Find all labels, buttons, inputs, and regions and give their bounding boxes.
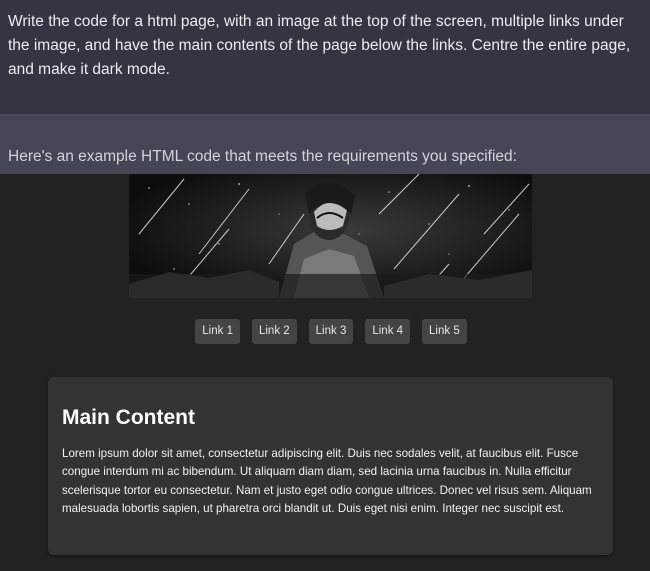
main-content-body: Lorem ipsum dolor sit amet, consectetur … xyxy=(62,447,592,515)
main-content-card: Main Content Lorem ipsum dolor sit amet,… xyxy=(48,377,613,555)
nav-link-4[interactable]: Link 4 xyxy=(365,319,411,344)
nav-link-1[interactable]: Link 1 xyxy=(195,319,240,344)
rendered-page-preview: Link 1 Link 2 Link 3 Link 4 Link 5 Main … xyxy=(0,174,650,571)
main-content-heading: Main Content xyxy=(62,406,195,429)
assistant-message-text: Here's an example HTML code that meets t… xyxy=(8,148,517,165)
user-message: Write the code for a html page, with an … xyxy=(0,0,650,114)
nav-link-2[interactable]: Link 2 xyxy=(251,319,297,344)
nav-links: Link 1 Link 2 Link 3 Link 4 Link 5 xyxy=(6,319,650,344)
assistant-message: Here's an example HTML code that meets t… xyxy=(0,115,650,174)
user-message-text: Write the code for a html page, with an … xyxy=(8,13,631,78)
header-image xyxy=(129,174,532,298)
nav-link-3[interactable]: Link 3 xyxy=(308,319,354,344)
header-image-artwork xyxy=(129,174,532,298)
nav-link-5[interactable]: Link 5 xyxy=(422,319,467,344)
